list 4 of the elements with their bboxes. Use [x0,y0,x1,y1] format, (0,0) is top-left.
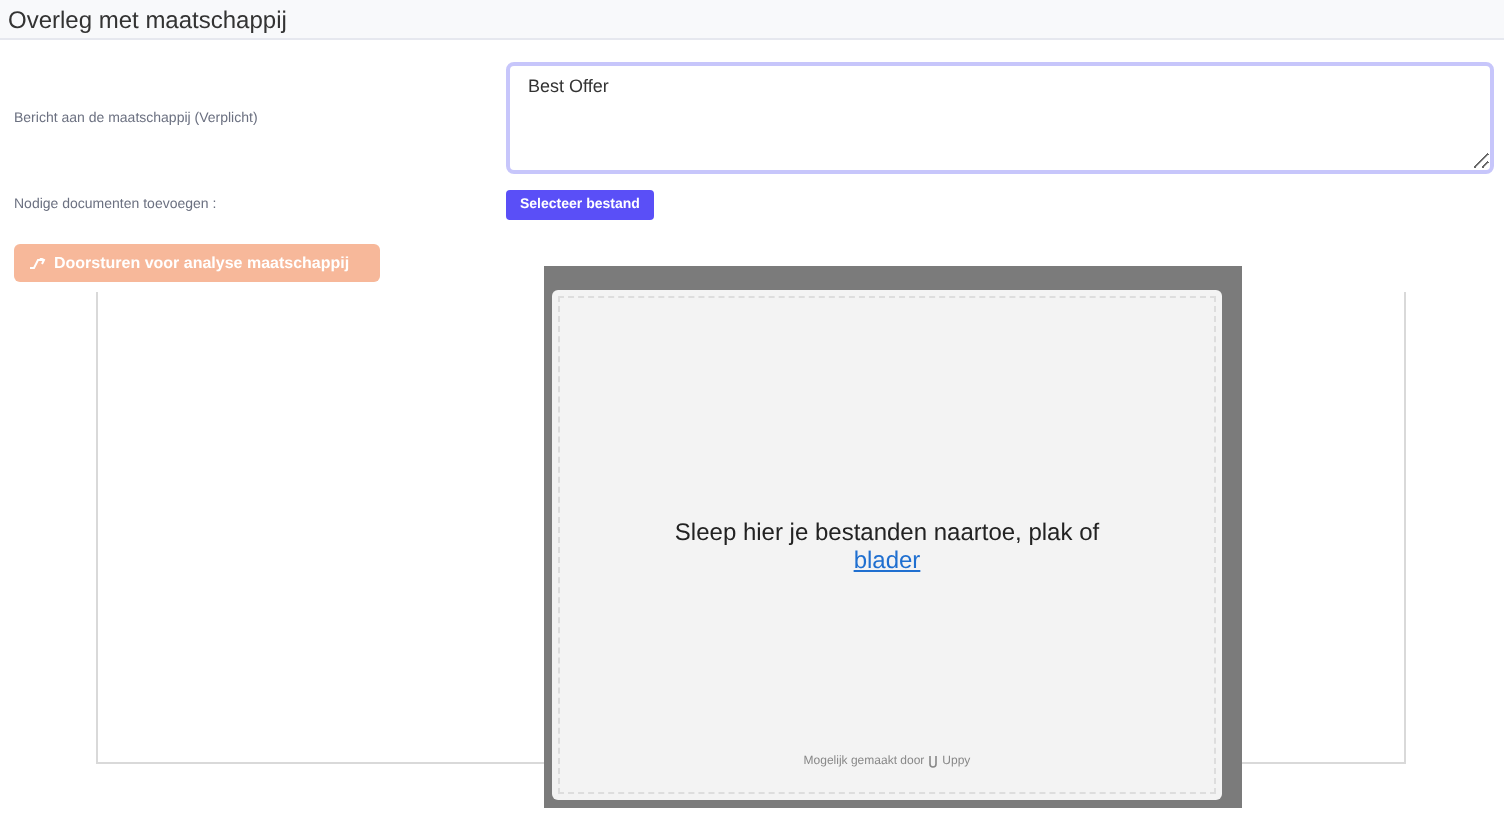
message-field[interactable]: Best Offer [506,62,1494,174]
page-title: Overleg met maatschappij [8,5,287,33]
drop-instructions: Sleep hier je bestanden naartoe, plak of [674,518,1100,546]
browse-link[interactable]: blader [853,546,921,574]
